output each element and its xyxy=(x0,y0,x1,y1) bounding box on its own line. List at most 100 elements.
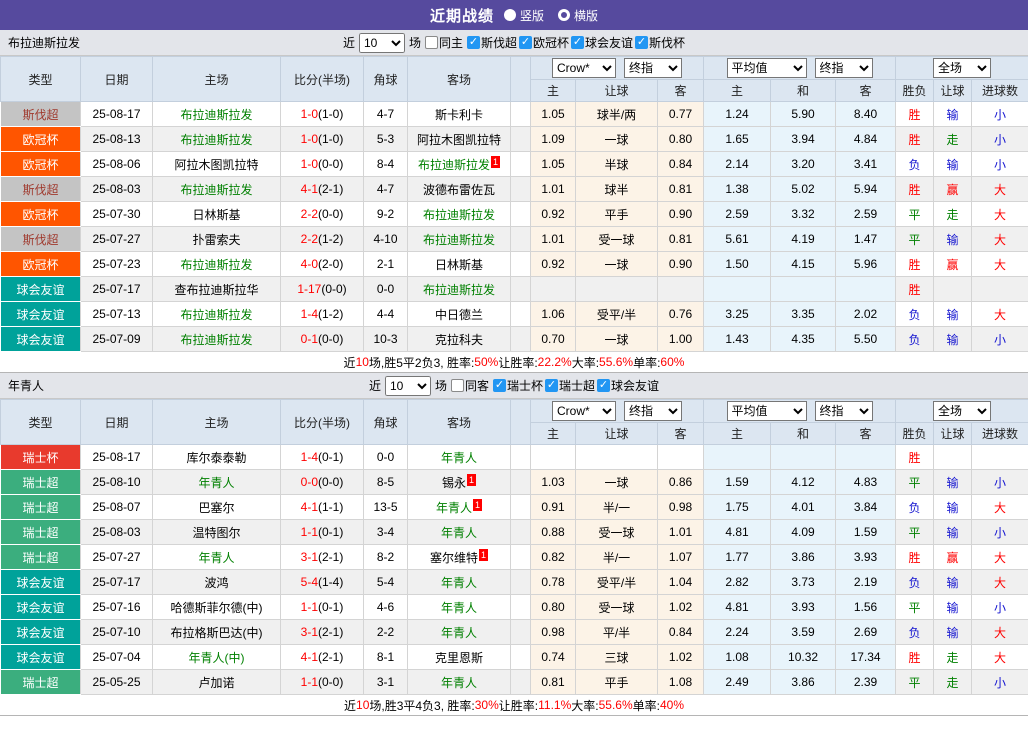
handicap-result-cell: 输 xyxy=(933,226,973,252)
team-name[interactable]: 布拉迪斯拉发 xyxy=(180,258,252,272)
team-name[interactable]: 年青人 xyxy=(436,501,472,515)
league-filter-checkbox[interactable]: ✓ xyxy=(466,36,480,49)
league-badge[interactable]: 斯伐超 xyxy=(0,101,81,127)
recent-count-select[interactable]: 10 xyxy=(384,375,431,396)
league-badge[interactable]: 球会友谊 xyxy=(0,594,81,620)
league-badge[interactable]: 球会友谊 xyxy=(0,301,81,327)
league-filter-checkbox[interactable]: ✓ xyxy=(635,36,649,49)
team-name[interactable]: 布拉迪斯拉发 xyxy=(180,333,252,347)
team-name[interactable]: 布拉迪斯拉发 xyxy=(180,108,252,122)
same-side-filter[interactable]: 同客 xyxy=(450,377,489,394)
team-name[interactable]: 阿拉木图凯拉特 xyxy=(174,158,258,172)
team-name[interactable]: 布拉迪斯拉发 xyxy=(180,133,252,147)
league-badge[interactable]: 瑞士超 xyxy=(0,519,81,545)
same-side-checkbox[interactable] xyxy=(450,379,464,392)
league-badge[interactable]: 斯伐超 xyxy=(0,226,81,252)
league-filter[interactable]: ✓ 球会友谊 xyxy=(571,34,633,51)
league-filter[interactable]: ✓ 斯伐杯 xyxy=(635,34,685,51)
league-filter-checkbox[interactable]: ✓ xyxy=(493,379,506,392)
league-badge[interactable]: 欧冠杯 xyxy=(0,251,81,277)
same-side-filter[interactable]: 同主 xyxy=(424,34,463,51)
team-name[interactable]: 年青人 xyxy=(441,601,477,615)
team-name[interactable]: 年青人 xyxy=(198,476,234,490)
team-name[interactable]: 年青人 xyxy=(441,451,477,465)
team-name[interactable]: 布拉迪斯拉发 xyxy=(423,208,495,222)
team-name[interactable]: 库尔泰泰勒 xyxy=(186,451,246,465)
team-name[interactable]: 布拉格斯巴达(中) xyxy=(171,626,263,640)
league-badge[interactable]: 球会友谊 xyxy=(0,569,81,595)
team-name[interactable]: 布拉迪斯拉发 xyxy=(180,183,252,197)
team-name[interactable]: 日林斯基 xyxy=(435,258,483,272)
league-filter[interactable]: ✓ 斯伐超 xyxy=(466,34,517,51)
team-name[interactable]: 年青人 xyxy=(441,626,477,640)
avg-source-select[interactable]: 平均值 xyxy=(726,58,807,78)
odds-stage-select[interactable]: 终指 xyxy=(624,58,683,78)
team-name[interactable]: 布拉迪斯拉发 xyxy=(418,158,490,172)
spacer-cell xyxy=(510,619,531,645)
avg-stage-select[interactable]: 终指 xyxy=(814,401,873,421)
league-badge[interactable]: 欧冠杯 xyxy=(0,151,81,177)
league-badge[interactable]: 球会友谊 xyxy=(0,644,81,670)
team-name[interactable]: 中日德兰 xyxy=(435,308,483,322)
league-badge[interactable]: 欧冠杯 xyxy=(0,126,81,152)
team-name[interactable]: 波鸿 xyxy=(204,576,228,590)
league-badge[interactable]: 欧冠杯 xyxy=(0,201,81,227)
league-filter[interactable]: ✓ 球会友谊 xyxy=(597,377,659,394)
league-filter-checkbox[interactable]: ✓ xyxy=(519,36,532,49)
avg-source-select[interactable]: 平均值 xyxy=(726,401,807,421)
radio-vertical-layout[interactable]: 竖版 xyxy=(503,7,544,24)
league-filter[interactable]: ✓ 瑞士杯 xyxy=(493,377,543,394)
team-name[interactable]: 年青人 xyxy=(198,551,234,565)
fulltime-score: 1-0 xyxy=(300,157,318,171)
odds-source-select[interactable]: Crow* xyxy=(552,58,617,78)
team-name[interactable]: 查布拉迪斯拉华 xyxy=(174,283,258,297)
league-badge[interactable]: 瑞士超 xyxy=(0,494,81,520)
league-filter-group: ✓ 瑞士杯 ✓ 瑞士超 ✓ 球会友谊 xyxy=(493,377,659,394)
avg-stage-select[interactable]: 终指 xyxy=(814,58,873,78)
scope-select[interactable]: 全场 xyxy=(933,401,992,421)
team-name[interactable]: 克拉科夫 xyxy=(435,333,483,347)
league-badge[interactable]: 瑞士杯 xyxy=(0,444,81,470)
league-badge[interactable]: 球会友谊 xyxy=(0,276,81,302)
team-name[interactable]: 布拉迪斯拉发 xyxy=(423,233,495,247)
fulltime-score: 3-1 xyxy=(300,550,318,564)
same-side-checkbox[interactable] xyxy=(424,36,438,49)
odds-stage-select[interactable]: 终指 xyxy=(624,401,683,421)
league-filter[interactable]: ✓ 瑞士超 xyxy=(545,377,595,394)
league-badge[interactable]: 斯伐超 xyxy=(0,176,81,202)
team-name[interactable]: 波德布雷佐瓦 xyxy=(423,183,495,197)
league-filter[interactable]: ✓ 欧冠杯 xyxy=(519,34,569,51)
team-name[interactable]: 年青人(中) xyxy=(189,651,245,665)
team-name[interactable]: 哈德斯菲尔德(中) xyxy=(171,601,263,615)
team-name[interactable]: 布拉迪斯拉发 xyxy=(180,308,252,322)
team-name[interactable]: 年青人 xyxy=(441,526,477,540)
team-name[interactable]: 塞尔维特 xyxy=(430,551,478,565)
odds-source-select[interactable]: Crow* xyxy=(552,401,617,421)
recent-count-select[interactable]: 10 xyxy=(358,32,405,53)
league-badge[interactable]: 球会友谊 xyxy=(0,619,81,645)
team-name[interactable]: 温特图尔 xyxy=(192,526,240,540)
team-name[interactable]: 克里恩斯 xyxy=(435,651,483,665)
league-badge[interactable]: 瑞士超 xyxy=(0,669,81,695)
league-filter-checkbox[interactable]: ✓ xyxy=(571,36,585,49)
team-name[interactable]: 锡永 xyxy=(442,476,466,490)
team-name[interactable]: 年青人 xyxy=(441,576,477,590)
scope-select[interactable]: 全场 xyxy=(933,58,992,78)
team-name[interactable]: 阿拉木图凯拉特 xyxy=(417,133,501,147)
team-name[interactable]: 年青人 xyxy=(441,676,477,690)
radio-horizontal-layout[interactable]: 横版 xyxy=(558,7,598,24)
radio-horizontal-label: 横版 xyxy=(574,8,599,23)
league-filter-checkbox[interactable]: ✓ xyxy=(597,379,611,392)
league-filter-checkbox[interactable]: ✓ xyxy=(545,379,559,392)
team-name[interactable]: 卢加诺 xyxy=(198,676,234,690)
team-name[interactable]: 扑雷索夫 xyxy=(192,233,240,247)
spacer-cell xyxy=(510,519,531,545)
team-name[interactable]: 日林斯基 xyxy=(192,208,240,222)
league-badge[interactable]: 瑞士超 xyxy=(0,469,81,495)
recent-suffix-label: 场 xyxy=(408,36,421,50)
league-badge[interactable]: 球会友谊 xyxy=(0,326,81,352)
team-name[interactable]: 斯卡利卡 xyxy=(435,108,483,122)
team-name[interactable]: 布拉迪斯拉发 xyxy=(423,283,495,297)
team-name[interactable]: 巴塞尔 xyxy=(198,501,234,515)
league-badge[interactable]: 瑞士超 xyxy=(0,544,81,570)
